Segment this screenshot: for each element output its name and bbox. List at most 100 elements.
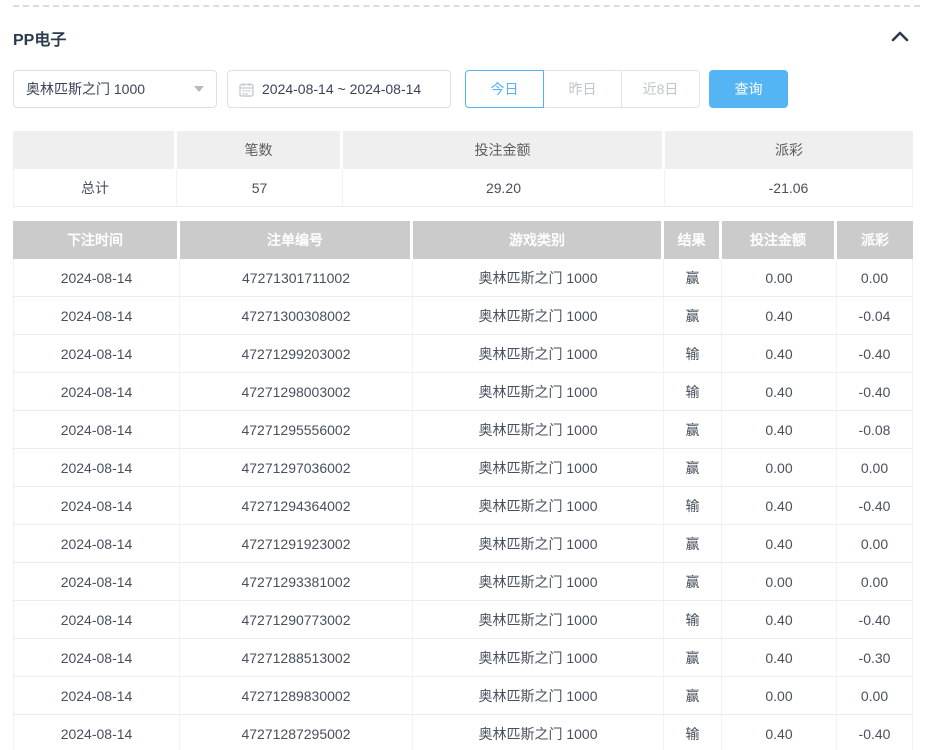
cell-order-no: 47271287295002 — [180, 715, 413, 750]
cell-order-no: 47271300308002 — [180, 297, 413, 335]
cell-payout: 0.00 — [837, 259, 913, 297]
cell-payout: 0.00 — [837, 449, 913, 487]
cell-time: 2024-08-14 — [13, 563, 180, 601]
cell-bet: 0.40 — [722, 601, 837, 639]
cell-result: 输 — [664, 335, 722, 373]
cell-result: 输 — [664, 487, 722, 525]
query-button[interactable]: 查询 — [709, 70, 788, 108]
records-header-row: 下注时间 注单编号 游戏类别 结果 投注金额 派彩 — [13, 221, 913, 259]
cell-bet: 0.40 — [722, 525, 837, 563]
cell-game: 奥林匹斯之门 1000 — [413, 677, 664, 715]
cell-bet: 0.00 — [722, 677, 837, 715]
records-table: 下注时间 注单编号 游戏类别 结果 投注金额 派彩 2024-08-144727… — [13, 221, 913, 750]
records-header-bet: 投注金额 — [722, 221, 837, 259]
cell-payout: -0.40 — [837, 373, 913, 411]
table-row: 2024-08-1447271288513002奥林匹斯之门 1000赢0.40… — [13, 639, 913, 677]
records-header-time: 下注时间 — [13, 221, 180, 259]
summary-total-label: 总计 — [13, 169, 177, 207]
cell-game: 奥林匹斯之门 1000 — [413, 449, 664, 487]
cell-game: 奥林匹斯之门 1000 — [413, 259, 664, 297]
cell-game: 奥林匹斯之门 1000 — [413, 601, 664, 639]
quick-range-yesterday-button[interactable]: 昨日 — [543, 70, 622, 108]
cell-payout: -0.04 — [837, 297, 913, 335]
cell-bet: 0.40 — [722, 297, 837, 335]
records-header-payout: 派彩 — [837, 221, 913, 259]
table-row: 2024-08-1447271295556002奥林匹斯之门 1000赢0.40… — [13, 411, 913, 449]
cell-result: 赢 — [664, 525, 722, 563]
cell-game: 奥林匹斯之门 1000 — [413, 373, 664, 411]
cell-result: 赢 — [664, 639, 722, 677]
summary-header-bet-amount: 投注金额 — [343, 131, 665, 169]
game-select[interactable]: 奥林匹斯之门 1000 — [13, 70, 217, 108]
table-row: 2024-08-1447271294364002奥林匹斯之门 1000输0.40… — [13, 487, 913, 525]
date-range-picker[interactable]: 2024-08-14 ~ 2024-08-14 — [227, 70, 451, 108]
cell-bet: 0.40 — [722, 335, 837, 373]
cell-result: 赢 — [664, 411, 722, 449]
table-row: 2024-08-1447271287295002奥林匹斯之门 1000输0.40… — [13, 715, 913, 750]
cell-game: 奥林匹斯之门 1000 — [413, 563, 664, 601]
cell-result: 输 — [664, 601, 722, 639]
cell-game: 奥林匹斯之门 1000 — [413, 639, 664, 677]
cell-result: 赢 — [664, 449, 722, 487]
quick-range-today-button[interactable]: 今日 — [465, 70, 544, 108]
cell-time: 2024-08-14 — [13, 297, 180, 335]
cell-payout: -0.40 — [837, 601, 913, 639]
collapse-section-button[interactable] — [891, 29, 909, 47]
records-header-game: 游戏类别 — [413, 221, 664, 259]
cell-time: 2024-08-14 — [13, 715, 180, 750]
cell-order-no: 47271290773002 — [180, 601, 413, 639]
cell-bet: 0.40 — [722, 373, 837, 411]
table-row: 2024-08-1447271290773002奥林匹斯之门 1000输0.40… — [13, 601, 913, 639]
cell-payout: -0.40 — [837, 487, 913, 525]
summary-total-payout: -21.06 — [665, 169, 913, 207]
records-header-order-no: 注单编号 — [180, 221, 413, 259]
cell-payout: -0.08 — [837, 411, 913, 449]
cell-time: 2024-08-14 — [13, 259, 180, 297]
quick-range-last8days-button[interactable]: 近8日 — [621, 70, 700, 108]
cell-payout: 0.00 — [837, 525, 913, 563]
game-select-value: 奥林匹斯之门 1000 — [26, 79, 145, 99]
cell-order-no: 47271288513002 — [180, 639, 413, 677]
table-row: 2024-08-1447271298003002奥林匹斯之门 1000输0.40… — [13, 373, 913, 411]
cell-time: 2024-08-14 — [13, 373, 180, 411]
section-header: PP电子 — [13, 27, 909, 49]
table-row: 2024-08-1447271289830002奥林匹斯之门 1000赢0.00… — [13, 677, 913, 715]
summary-header-payout: 派彩 — [665, 131, 913, 169]
cell-order-no: 47271298003002 — [180, 373, 413, 411]
cell-game: 奥林匹斯之门 1000 — [413, 715, 664, 750]
cell-game: 奥林匹斯之门 1000 — [413, 411, 664, 449]
chevron-up-icon — [891, 29, 909, 47]
cell-payout: 0.00 — [837, 677, 913, 715]
cell-order-no: 47271294364002 — [180, 487, 413, 525]
cell-time: 2024-08-14 — [13, 639, 180, 677]
cell-time: 2024-08-14 — [13, 525, 180, 563]
cell-order-no: 47271289830002 — [180, 677, 413, 715]
calendar-icon — [239, 82, 254, 97]
dashed-divider — [13, 5, 920, 7]
cell-bet: 0.40 — [722, 715, 837, 750]
quick-range-group: 今日 昨日 近8日 — [465, 70, 700, 108]
cell-payout: -0.40 — [837, 715, 913, 750]
summary-header-row: 笔数 投注金额 派彩 — [13, 131, 913, 169]
cell-time: 2024-08-14 — [13, 411, 180, 449]
table-row: 2024-08-1447271300308002奥林匹斯之门 1000赢0.40… — [13, 297, 913, 335]
summary-header-empty — [13, 131, 177, 169]
cell-payout: 0.00 — [837, 563, 913, 601]
cell-result: 赢 — [664, 297, 722, 335]
cell-bet: 0.00 — [722, 563, 837, 601]
cell-order-no: 47271301711002 — [180, 259, 413, 297]
cell-time: 2024-08-14 — [13, 601, 180, 639]
date-range-value: 2024-08-14 ~ 2024-08-14 — [262, 81, 421, 97]
caret-down-icon — [194, 86, 204, 92]
cell-order-no: 47271291923002 — [180, 525, 413, 563]
cell-game: 奥林匹斯之门 1000 — [413, 525, 664, 563]
cell-bet: 0.40 — [722, 487, 837, 525]
cell-time: 2024-08-14 — [13, 677, 180, 715]
summary-total-row: 总计 57 29.20 -21.06 — [13, 169, 913, 207]
summary-total-bet-amount: 29.20 — [343, 169, 665, 207]
cell-bet: 0.40 — [722, 639, 837, 677]
table-row: 2024-08-1447271297036002奥林匹斯之门 1000赢0.00… — [13, 449, 913, 487]
cell-time: 2024-08-14 — [13, 449, 180, 487]
cell-game: 奥林匹斯之门 1000 — [413, 335, 664, 373]
cell-game: 奥林匹斯之门 1000 — [413, 297, 664, 335]
